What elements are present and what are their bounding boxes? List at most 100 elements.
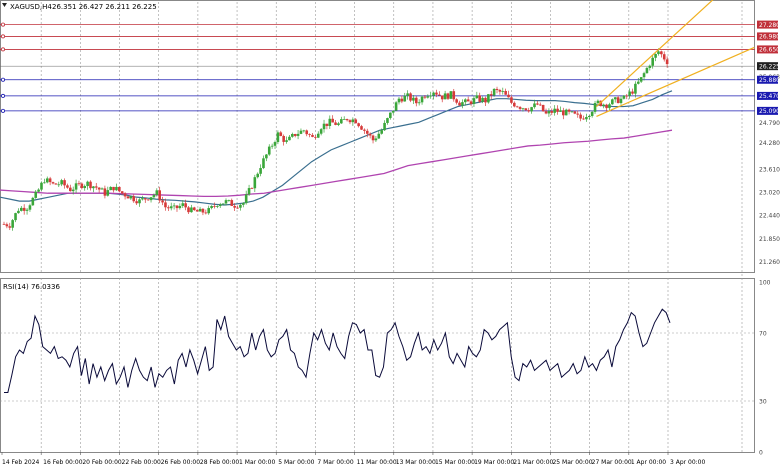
candle-body [357,123,360,127]
candle-body [642,73,646,78]
candle-body [172,205,176,207]
candle-body [374,138,378,141]
level-anchor [0,93,6,98]
time-tick-label: 14 Feb 2024 [2,459,40,466]
candle-body [115,186,118,191]
candle-body [354,119,358,124]
candle-body [14,213,17,221]
rsi-tick-label: 70 [759,330,767,337]
candle-body [262,158,265,169]
candle-body [187,207,190,213]
candle-body [129,196,133,199]
candle-body [302,130,306,132]
candle-body [556,108,559,112]
candle-body [305,130,309,135]
candle-body [204,212,208,214]
candle-body [37,189,40,192]
candle-body [660,51,663,55]
candle-body [60,180,63,185]
candle-body [665,59,669,65]
candle-body [63,180,66,186]
level-price-text: 27.280 [759,22,780,29]
candle-body [403,95,407,102]
level-anchor [0,77,6,82]
candle-body [559,110,562,112]
candle-body [71,189,75,192]
candle-body [106,190,110,196]
candle-body [279,132,283,136]
candle-body [224,200,228,204]
candle-body [94,186,98,188]
candle-body [458,102,461,106]
level-anchor [0,34,6,39]
candle-body [175,205,179,209]
candle-body [192,207,196,211]
candle-body [576,113,580,115]
candle-body [414,97,418,104]
candle-body [308,134,311,135]
candle-body [440,95,444,100]
price-chart: 27.28026.98026.65026.22525.96325.88025.4… [0,0,780,470]
candle-body [239,204,242,208]
candle-body [86,181,89,187]
candle-body [178,205,182,209]
rsi-tick-label: 0 [759,449,763,456]
candle-body [400,98,404,102]
candle-body [97,187,101,190]
candle-body [267,146,271,155]
rsi-tick-label: 100 [759,279,771,286]
candle-body [587,115,591,118]
candle-body [345,119,349,121]
candle-body [80,183,84,189]
candle-body [291,133,294,137]
candle-body [241,203,245,205]
candle-body [446,93,450,99]
candle-body [331,118,334,123]
candle-body [48,178,52,183]
candle-body [406,93,409,96]
time-tick-label: 5 Mar 00:00 [278,459,314,466]
candle-body [611,99,614,105]
candle-body [66,185,69,188]
candle-body [25,209,29,211]
candle-body [253,177,257,189]
time-tick-label: 16 Feb 00:00 [43,459,83,466]
candle-body [247,188,251,195]
candle-body [141,198,144,200]
candle-body [636,81,640,84]
candle-body [218,204,222,207]
price-tick-label: 23.020 [759,190,780,197]
candle-body [510,97,513,103]
candle-body [631,91,634,94]
candle-body [432,92,435,96]
candle-body [270,145,274,147]
candle-body [328,118,332,126]
candle-body [423,96,427,98]
time-tick-label: 1 Apr 00:00 [631,459,666,466]
candle-body [146,199,150,201]
candle-body [412,97,415,101]
candle-body [236,207,239,209]
candle-body [118,186,121,192]
candle-body [435,92,438,95]
rsi-label: RSI(14) 76.0336 [3,283,60,291]
candle-body [201,208,205,213]
candle-body [518,107,522,109]
time-tick-label: 22 Feb 00:00 [122,459,162,466]
candle-body [461,102,464,106]
candle-body [230,200,234,206]
candle-body [365,130,369,134]
candle-body [472,98,476,104]
candle-body [54,183,58,185]
candle-body [438,94,441,96]
candle-body [210,205,213,209]
rsi-tick-label: 30 [759,398,767,405]
price-tick-label: 24.280 [759,140,780,147]
time-tick-label: 11 Mar 00:00 [357,459,397,466]
candle-body [501,90,505,92]
candle-body [2,223,6,225]
candle-body [478,95,482,102]
candle-body [342,119,346,120]
candle-body [348,120,352,123]
candle-body [469,101,473,104]
